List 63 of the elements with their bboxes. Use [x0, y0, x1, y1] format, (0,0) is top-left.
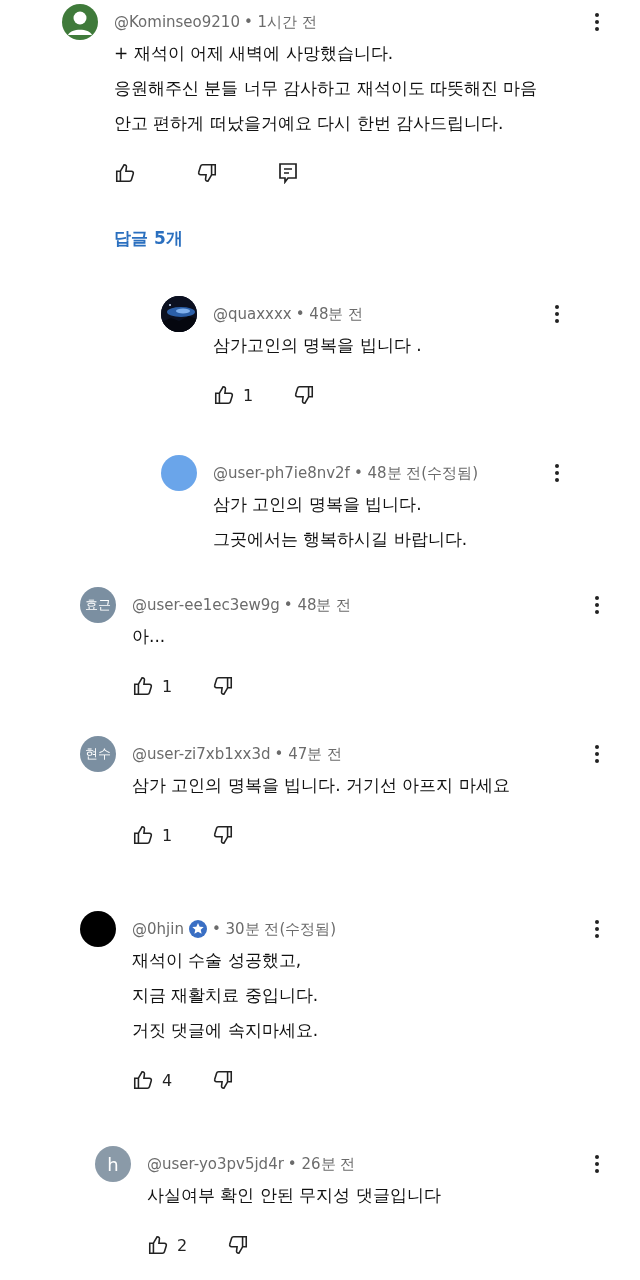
timestamp: • 48분 전 [295, 304, 364, 324]
thumbs-up-icon [132, 675, 154, 697]
author-name[interactable]: @user-zi7xb1xx3d [132, 745, 271, 763]
author-name[interactable]: @user-yo3pv5jd4r [147, 1155, 284, 1173]
dislike-button[interactable] [212, 1069, 235, 1091]
thumbs-up-icon [147, 1234, 169, 1256]
timestamp: • 1시간 전 [243, 12, 317, 32]
dislike-button[interactable] [212, 824, 235, 846]
comment-text: 삼가 고인의 명복을 빕니다. 거기선 아프지 마세요 [132, 774, 511, 797]
avatar: h [95, 1146, 131, 1182]
comment-text: + 재석이 어제 새벽에 사망했습니다. [114, 42, 395, 65]
like-button[interactable]: 1 [213, 384, 254, 406]
comment-text: 그곳에서는 행복하시길 바랍니다. [213, 528, 469, 551]
author-name[interactable]: @Kominseo9210 [114, 13, 240, 31]
timestamp: • 47분 전 [274, 744, 342, 764]
avatar: 효근 [80, 587, 116, 623]
more-options-icon[interactable] [594, 1154, 600, 1174]
thumbs-up-icon [213, 384, 235, 406]
thumbs-down-icon [212, 1069, 235, 1091]
replies-link[interactable]: 답글 5개 [114, 227, 183, 250]
dislike-button[interactable] [196, 162, 218, 184]
comment-text: 아... [132, 625, 167, 648]
timestamp: • 48분 전(수정됨) [353, 463, 479, 483]
dislike-button[interactable] [212, 675, 235, 697]
comment-text: 재석이 수술 성공했고, [132, 949, 303, 972]
like-button[interactable]: 4 [132, 1069, 173, 1091]
more-options-icon[interactable] [554, 304, 560, 324]
like-button[interactable]: 1 [132, 824, 173, 846]
more-options-icon[interactable] [594, 12, 600, 32]
comment-text: 거짓 댓글에 속지마세요. [132, 1019, 320, 1042]
thumbs-down-icon [212, 824, 235, 846]
like-button[interactable]: 1 [132, 675, 173, 697]
more-options-icon[interactable] [594, 744, 600, 764]
thumbs-up-icon [132, 824, 154, 846]
thumbs-up-icon [114, 162, 136, 184]
comment-text: 지금 재활치료 중입니다. [132, 984, 320, 1007]
author-name[interactable]: @user-ee1ec3ew9g [132, 596, 280, 614]
comment-text: 삼가고인의 명복을 빕니다 . [213, 334, 423, 357]
timestamp: • 30분 전(수정됨) [211, 919, 337, 939]
comment-text: 사실여부 확인 안된 무지성 댓글입니다 [147, 1184, 442, 1207]
author-name[interactable]: @quaxxxx [213, 305, 292, 323]
dislike-button[interactable] [227, 1234, 250, 1256]
avatar: 현수 [80, 736, 116, 772]
thumbs-down-icon [293, 384, 316, 406]
thumbs-down-icon [212, 675, 235, 697]
like-button[interactable]: 2 [147, 1234, 188, 1256]
more-options-icon[interactable] [554, 463, 560, 483]
timestamp: • 26분 전 [287, 1154, 356, 1174]
author-name[interactable]: @0hjin [132, 920, 184, 938]
thumbs-down-icon [196, 162, 218, 184]
thumbs-up-icon [132, 1069, 154, 1091]
comment-text: 안고 편하게 떠났을거예요 다시 한번 감사드립니다. [114, 112, 505, 135]
reply-button[interactable] [278, 162, 298, 184]
author-name[interactable]: @user-ph7ie8nv2f [213, 464, 350, 482]
comment-text: 응원해주신 분들 너무 감사하고 재석이도 따뜻해진 마음 [114, 77, 539, 100]
thumbs-down-icon [227, 1234, 250, 1256]
comment-text: 삼가 고인의 명복을 빕니다. [213, 493, 423, 516]
more-options-icon[interactable] [594, 919, 600, 939]
timestamp: • 48분 전 [283, 595, 352, 615]
more-options-icon[interactable] [594, 595, 600, 615]
comment-icon [278, 162, 298, 184]
dislike-button[interactable] [293, 384, 316, 406]
like-button[interactable] [114, 162, 136, 184]
